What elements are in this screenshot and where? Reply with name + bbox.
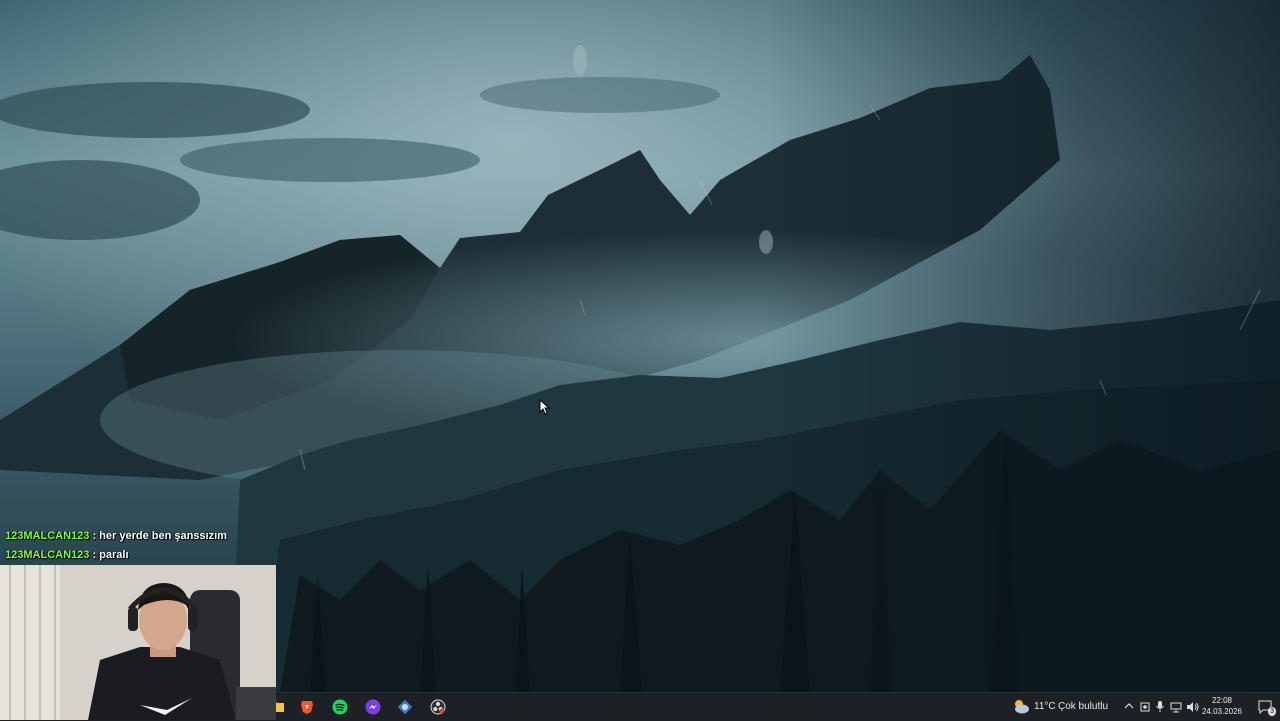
stream-chat-overlay: 123MALCAN123 : her yerde ben şanssızım 1…: [5, 527, 227, 565]
obs-icon[interactable]: [428, 697, 448, 717]
spotify-icon[interactable]: [330, 697, 350, 717]
microphone-icon[interactable]: [1155, 700, 1165, 713]
chat-text: : her yerde ben şanssızım: [92, 530, 227, 542]
chat-username: 123MALCAN123: [5, 549, 90, 561]
network-icon[interactable]: [1170, 701, 1182, 713]
weather-condition[interactable]: Çok bulutlu: [1058, 701, 1108, 712]
chat-text: : paralı: [92, 549, 129, 561]
notification-count: 3: [1268, 707, 1276, 716]
volume-icon[interactable]: [1186, 701, 1199, 713]
weather-cloudy-icon[interactable]: [1012, 698, 1030, 715]
messenger-icon[interactable]: [363, 697, 383, 717]
chat-username: 123MALCAN123: [5, 530, 90, 542]
clock-date[interactable]: 24.03.2026: [1200, 707, 1244, 717]
chat-message: 123MALCAN123 : paralı: [5, 546, 227, 565]
weather-temperature[interactable]: 11°C: [1034, 701, 1056, 712]
webcam-overlay: [0, 565, 276, 720]
mouse-cursor-icon: [539, 399, 551, 415]
chat-message: 123MALCAN123 : her yerde ben şanssızım: [5, 527, 227, 546]
brave-icon[interactable]: [297, 697, 317, 717]
chevron-up-icon[interactable]: [1124, 702, 1134, 710]
clock-time[interactable]: 22:08: [1200, 696, 1244, 706]
app-icon[interactable]: [395, 697, 415, 717]
camera-icon[interactable]: [1140, 701, 1150, 713]
